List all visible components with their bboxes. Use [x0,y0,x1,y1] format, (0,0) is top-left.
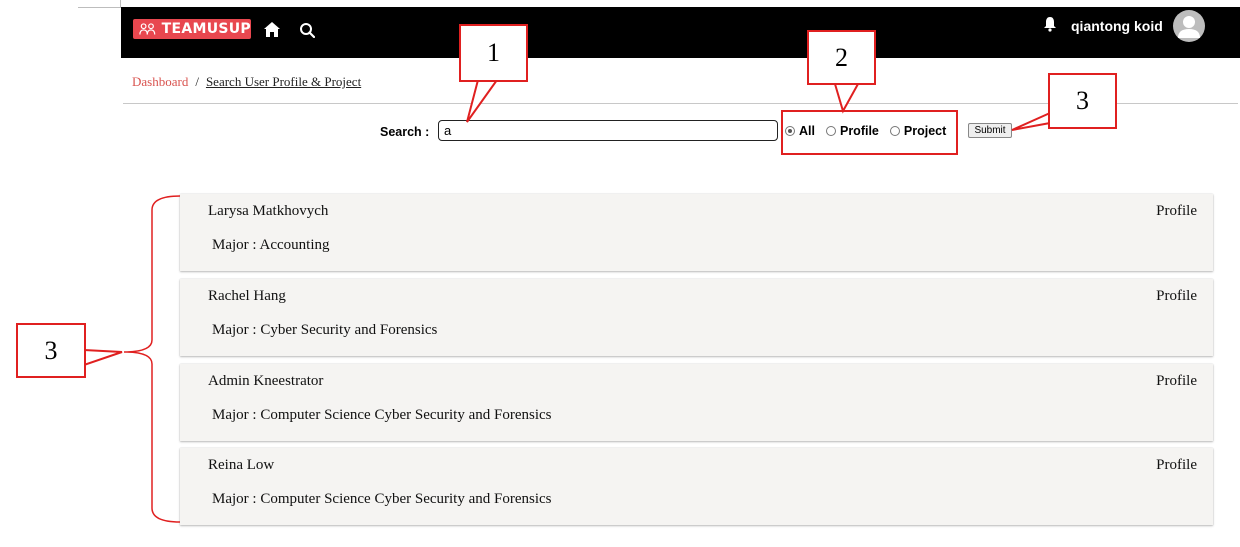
search-input[interactable] [438,120,778,141]
radio-label: All [799,124,815,138]
radio-button[interactable] [785,126,795,136]
logo-text: TEAMUSUP [161,21,251,37]
result-card[interactable]: Reina Low Profile Major : Computer Scien… [180,448,1213,525]
result-name[interactable]: Admin Kneestrator [208,373,323,390]
result-major: Major : Accounting [212,237,330,253]
submit-button[interactable]: Submit [968,123,1012,138]
breadcrumb-separator: / [195,74,199,89]
result-type: Profile [1156,373,1197,389]
avatar[interactable] [1173,10,1205,42]
team-icon [139,23,156,35]
bell-icon[interactable] [1043,16,1057,32]
top-navbar: TEAMUSUP qiantong koid [121,7,1240,58]
radio-button[interactable] [825,126,836,136]
user-avatar-icon [1178,16,1200,38]
result-card[interactable]: Larysa Matkhovych Profile Major : Accoun… [180,194,1213,271]
breadcrumb-dashboard-link[interactable]: Dashboard [132,74,188,89]
result-major: Major : Computer Science Cyber Security … [212,407,552,423]
radio-label: Profile [839,124,879,138]
radio-button[interactable] [889,126,900,136]
breadcrumb-current[interactable]: Search User Profile & Project [206,74,361,89]
search-icon[interactable] [299,22,315,38]
result-major: Major : Computer Science Cyber Security … [212,491,552,507]
result-type: Profile [1156,457,1197,473]
radio-all[interactable]: All [785,124,815,138]
search-label: Search : [380,125,430,139]
result-name[interactable]: Rachel Hang [208,288,286,305]
radio-label: Project [903,124,947,138]
teamsup-logo[interactable]: TEAMUSUP [133,19,251,39]
annotation-callout-2: 2 [807,30,876,85]
result-name[interactable]: Larysa Matkhovych [208,203,328,220]
user-name[interactable]: qiantong koid [1071,18,1163,34]
home-icon[interactable] [263,21,281,39]
result-card[interactable]: Admin Kneestrator Profile Major : Comput… [180,364,1213,441]
annotation-callout-1: 1 [459,24,528,82]
result-type: Profile [1156,288,1197,304]
radio-profile[interactable]: Profile [825,124,879,138]
breadcrumb: Dashboard / Search User Profile & Project [132,74,361,90]
annotation-callout-3-submit: 3 [1048,73,1117,129]
result-card[interactable]: Rachel Hang Profile Major : Cyber Securi… [180,279,1213,356]
radio-project[interactable]: Project [889,124,947,138]
result-type: Profile [1156,203,1197,219]
search-type-radio-group: All Profile Project [785,124,957,138]
annotation-callout-3-results: 3 [16,323,86,378]
result-name[interactable]: Reina Low [208,457,274,474]
result-major: Major : Cyber Security and Forensics [212,322,438,338]
page-border [78,7,120,8]
